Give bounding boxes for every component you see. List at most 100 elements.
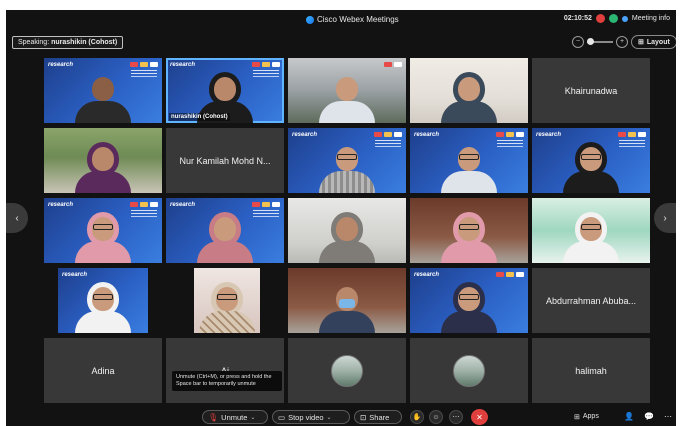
connection-status-icon[interactable] <box>608 14 618 23</box>
participant-name: Adina <box>91 365 115 376</box>
participant-tile[interactable] <box>194 268 260 333</box>
participant-tile[interactable] <box>410 198 528 263</box>
participant-video <box>439 143 499 193</box>
chevron-left-icon: ‹ <box>15 212 19 224</box>
meeting-info-link[interactable]: Meeting info <box>632 15 670 22</box>
previous-page-button[interactable]: ‹ <box>6 203 28 233</box>
participant-tile[interactable]: research <box>410 268 528 333</box>
participant-tile[interactable]: research <box>166 198 284 263</box>
meeting-clock: 02:10:52 <box>563 15 592 22</box>
next-page-button[interactable]: › <box>654 203 676 233</box>
participant-tile-no-video[interactable]: Khairunadwa <box>532 58 650 123</box>
participant-tile[interactable]: research <box>532 128 650 193</box>
participant-video <box>197 283 257 333</box>
title-bar: Cisco Webex Meetings 02:10:52 Meeting in… <box>6 10 676 30</box>
poster-text <box>497 140 523 148</box>
zoom-slider[interactable] <box>587 38 613 45</box>
participant-tile-no-video[interactable] <box>288 338 406 403</box>
partner-logos <box>496 132 524 137</box>
participant-tile-no-video[interactable]: Nur Kamilah Mohd N... <box>166 128 284 193</box>
poster-text <box>253 70 279 78</box>
zoom-in-icon[interactable]: + <box>616 36 628 48</box>
leave-meeting-button[interactable]: ✕ <box>471 409 488 425</box>
participant-tile-active-speaker[interactable]: research nurashikin (Cohost) <box>166 58 284 123</box>
participant-video <box>317 283 377 333</box>
partner-logos <box>252 62 280 67</box>
layout-button[interactable]: ⊞ Layout <box>631 35 676 49</box>
participant-name: Nur Kamilah Mohd N... <box>179 155 271 166</box>
participant-avatar <box>453 354 485 387</box>
participant-tile[interactable] <box>288 268 406 333</box>
research-brand-logo: research <box>414 132 440 138</box>
participant-video <box>73 213 133 263</box>
research-brand-logo: research <box>536 132 562 138</box>
participant-tile-no-video[interactable] <box>410 338 528 403</box>
unmute-tooltip: Unmute (Ctrl+M), or press and hold the S… <box>172 371 282 391</box>
app-title: Cisco Webex Meetings <box>306 15 399 24</box>
participant-video <box>73 73 133 123</box>
speaking-prefix: Speaking: <box>18 39 50 46</box>
participant-tile[interactable]: research <box>44 198 162 263</box>
participants-icon[interactable]: 👤 <box>624 412 634 421</box>
speaking-indicator: Speaking: nurashikin (Cohost) <box>12 36 124 49</box>
chat-icon[interactable]: 💬 <box>644 412 654 421</box>
share-screen-icon: ⊡ <box>360 412 367 422</box>
chevron-down-icon[interactable]: ⌄ <box>327 414 332 421</box>
participant-tile[interactable]: research <box>288 128 406 193</box>
participant-tile-no-video[interactable]: Abdurrahman Abuba... <box>532 268 650 333</box>
unmute-button[interactable]: 🎙 Unmute ⌄ <box>202 410 268 424</box>
zoom-out-icon[interactable]: − <box>572 36 584 48</box>
partner-logos <box>130 202 158 207</box>
participant-video <box>317 213 377 263</box>
chevron-right-icon: › <box>663 212 667 224</box>
participant-tile[interactable] <box>288 58 406 123</box>
partner-logos <box>496 272 524 277</box>
info-icon[interactable] <box>621 15 628 22</box>
participant-tile[interactable] <box>410 58 528 123</box>
speaking-name: nurashikin (Cohost) <box>51 39 118 46</box>
share-button[interactable]: ⊡ Share <box>354 410 402 424</box>
reactions-button[interactable]: ✋ <box>410 410 424 424</box>
layout-label: Layout <box>646 38 670 46</box>
more-options-button[interactable]: ⋯ <box>449 410 463 424</box>
unmute-label: Unmute <box>221 412 248 422</box>
captions-button[interactable]: ☺ <box>429 410 443 424</box>
poster-text <box>131 70 157 78</box>
partner-logos <box>618 132 646 137</box>
participant-tile[interactable] <box>532 198 650 263</box>
partner-logos <box>252 202 280 207</box>
participant-name: Abdurrahman Abuba... <box>545 295 637 306</box>
research-brand-logo: research <box>48 202 74 208</box>
chevron-down-icon[interactable]: ⌄ <box>250 414 255 421</box>
layout-icon: ⊞ <box>638 39 644 46</box>
apps-label: Apps <box>582 413 599 420</box>
app-title-text: Cisco Webex Meetings <box>317 15 399 24</box>
participant-tile[interactable]: research <box>44 58 162 123</box>
participant-tile[interactable]: research <box>58 268 148 333</box>
participant-grid: research research nurashikin (Cohost) Kh… <box>44 58 651 403</box>
hand-icon: ✋ <box>412 414 422 421</box>
video-camera-icon: ▭ <box>278 412 286 422</box>
participant-tile-no-video[interactable]: halimah <box>532 338 650 403</box>
more-icon: ⋯ <box>452 414 460 421</box>
close-icon: ✕ <box>476 412 483 422</box>
participant-tile[interactable]: research <box>410 128 528 193</box>
participant-video <box>561 143 621 193</box>
muted-microphone-icon: 🎙 <box>208 412 219 422</box>
participant-video <box>195 213 255 263</box>
stop-video-button[interactable]: ▭ Stop video ⌄ <box>272 410 350 424</box>
apps-button[interactable]: ⊞ Apps <box>574 413 599 421</box>
research-brand-logo: research <box>292 132 318 138</box>
zoom-control[interactable]: − + <box>572 36 628 48</box>
participant-video <box>439 213 499 263</box>
recording-icon[interactable] <box>595 14 605 23</box>
participant-video <box>73 143 133 193</box>
more-icon[interactable]: ⋯ <box>664 412 672 421</box>
research-brand-logo: research <box>170 202 196 208</box>
zoom-slider-knob[interactable] <box>587 38 594 45</box>
participant-tile-no-video[interactable]: Adina <box>44 338 162 403</box>
partner-logos <box>374 132 402 137</box>
participant-tile[interactable] <box>44 128 162 193</box>
participant-tile[interactable] <box>288 198 406 263</box>
stop-video-label: Stop video <box>288 412 324 422</box>
